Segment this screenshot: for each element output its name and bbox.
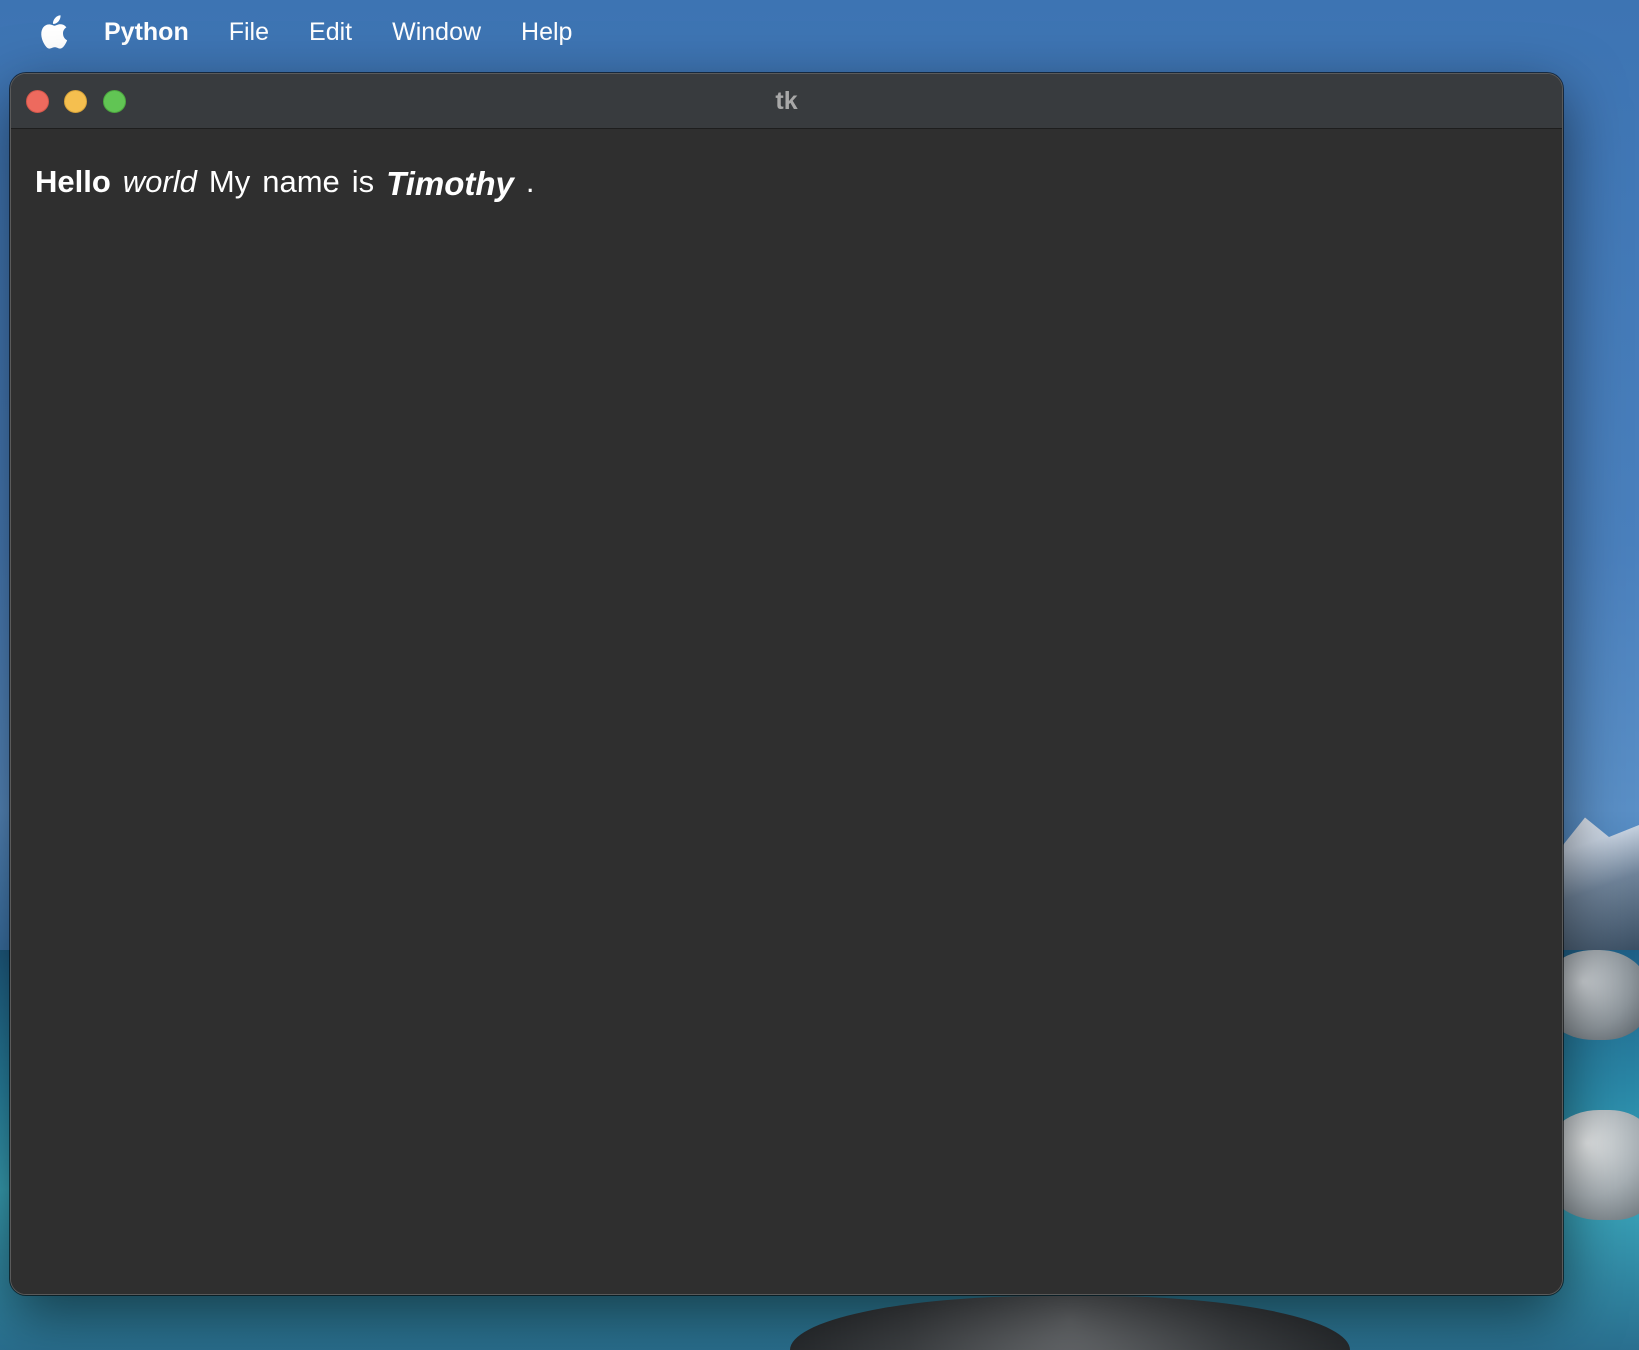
menu-edit[interactable]: Edit bbox=[309, 18, 352, 47]
menu-app-python[interactable]: Python bbox=[104, 18, 189, 47]
word-timothy: Timothy bbox=[386, 165, 514, 202]
word-world: world bbox=[122, 164, 197, 199]
word-my: My bbox=[208, 164, 251, 199]
window-title: tk bbox=[775, 87, 798, 115]
menu-file[interactable]: File bbox=[229, 18, 269, 47]
menu-bar: Python File Edit Window Help bbox=[0, 0, 1639, 64]
text-line: Hello world My name is Timothy . bbox=[35, 162, 547, 202]
menu-help[interactable]: Help bbox=[521, 18, 572, 47]
word-is: is bbox=[351, 164, 375, 199]
apple-logo-icon[interactable] bbox=[38, 15, 68, 49]
word-period: . bbox=[525, 164, 535, 199]
word-hello: Hello bbox=[35, 164, 111, 199]
word-name: name bbox=[262, 164, 340, 199]
window-titlebar[interactable]: tk bbox=[11, 74, 1562, 129]
menu-window[interactable]: Window bbox=[392, 18, 481, 47]
window-content: Hello world My name is Timothy . bbox=[11, 130, 1562, 1294]
tk-window: tk Hello world My name is Timothy . bbox=[10, 73, 1563, 1295]
